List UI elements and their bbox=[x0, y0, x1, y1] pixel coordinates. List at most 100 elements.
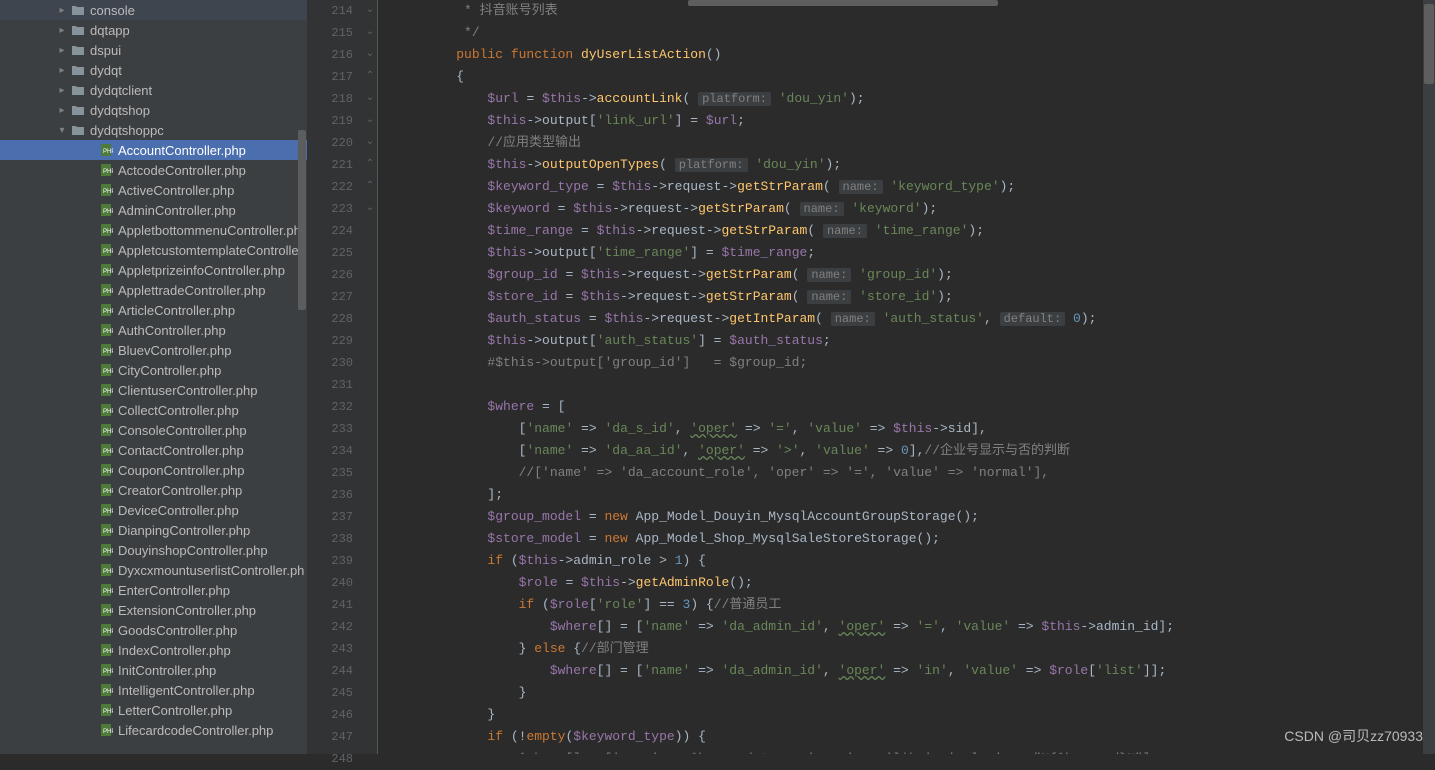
code-line[interactable]: $keyword_type = $this->request->getStrPa… bbox=[386, 176, 1435, 198]
fold-marker[interactable]: ⌃ bbox=[363, 66, 377, 88]
file-item[interactable]: PHPAppletbottommenuController.ph bbox=[0, 220, 307, 240]
file-item[interactable]: PHPBluevController.php bbox=[0, 340, 307, 360]
editor-scrollbar-vertical[interactable] bbox=[1423, 0, 1435, 754]
file-item[interactable]: PHPActiveController.php bbox=[0, 180, 307, 200]
code-line[interactable]: $group_model = new App_Model_Douyin_Mysq… bbox=[386, 506, 1435, 528]
folder-dqtapp[interactable]: ▸dqtapp bbox=[0, 20, 307, 40]
code-line[interactable]: $where[] = ['name' => 'da_admin_id', 'op… bbox=[386, 616, 1435, 638]
fold-marker[interactable]: ⌄ bbox=[363, 88, 377, 110]
code-line[interactable]: $store_model = new App_Model_Shop_MysqlS… bbox=[386, 528, 1435, 550]
php-file-icon: PHP bbox=[98, 722, 114, 738]
code-line[interactable]: ['name' => 'da_s_id', 'oper' => '=', 'va… bbox=[386, 418, 1435, 440]
code-line[interactable]: } bbox=[386, 704, 1435, 726]
file-label: AuthController.php bbox=[118, 323, 226, 338]
line-number: 232 bbox=[308, 396, 353, 418]
file-item[interactable]: PHPDouyinshopController.php bbox=[0, 540, 307, 560]
php-file-icon: PHP bbox=[98, 442, 114, 458]
fold-marker[interactable]: ⌃ bbox=[363, 176, 377, 198]
folder-dydqtshoppc[interactable]: ▾dydqtshoppc bbox=[0, 120, 307, 140]
file-item[interactable]: PHPDianpingController.php bbox=[0, 520, 307, 540]
file-item[interactable]: PHPAuthController.php bbox=[0, 320, 307, 340]
code-editor[interactable]: 2142152162172182192202212222232242252262… bbox=[308, 0, 1435, 754]
fold-marker[interactable]: ⌄ bbox=[363, 22, 377, 44]
code-line[interactable]: $this->output['link_url'] = $url; bbox=[386, 110, 1435, 132]
fold-marker[interactable]: ⌃ bbox=[363, 154, 377, 176]
folder-icon bbox=[70, 2, 86, 18]
fold-marker[interactable]: ⌄ bbox=[363, 132, 377, 154]
folder-console[interactable]: ▸console bbox=[0, 0, 307, 20]
folder-dydqtshop[interactable]: ▸dydqtshop bbox=[0, 100, 307, 120]
file-item[interactable]: PHPApplettradeController.php bbox=[0, 280, 307, 300]
file-item[interactable]: PHPArticleController.php bbox=[0, 300, 307, 320]
file-item[interactable]: PHPExtensionController.php bbox=[0, 600, 307, 620]
file-item[interactable]: PHPAccountController.php bbox=[0, 140, 307, 160]
file-label: ClientuserController.php bbox=[118, 383, 257, 398]
svg-text:PHP: PHP bbox=[103, 149, 113, 155]
code-line[interactable]: if (!empty($keyword_type)) { bbox=[386, 726, 1435, 748]
file-item[interactable]: PHPDyxcxmountuserlistController.ph bbox=[0, 560, 307, 580]
code-line[interactable]: { bbox=[386, 66, 1435, 88]
file-label: AppletprizeinfoController.php bbox=[118, 263, 285, 278]
code-line[interactable]: $where[] = ['name' => 'da_admin_id', 'op… bbox=[386, 660, 1435, 682]
file-item[interactable]: PHPGoodsController.php bbox=[0, 620, 307, 640]
code-line[interactable]: $this->outputOpenTypes( platform: 'dou_y… bbox=[386, 154, 1435, 176]
code-line[interactable]: //['name' => 'da_account_role', 'oper' =… bbox=[386, 462, 1435, 484]
code-line[interactable]: } else {//部门管理 bbox=[386, 638, 1435, 660]
fold-marker[interactable]: ⌄ bbox=[363, 198, 377, 220]
file-item[interactable]: PHPAppletcustomtemplateController. bbox=[0, 240, 307, 260]
file-item[interactable]: PHPCouponController.php bbox=[0, 460, 307, 480]
file-item[interactable]: PHPEnterController.php bbox=[0, 580, 307, 600]
folder-dydqtclient[interactable]: ▸dydqtclient bbox=[0, 80, 307, 100]
code-line[interactable]: $where[] = ['name' => $keyword_type, 'op… bbox=[386, 748, 1435, 754]
code-line[interactable]: $this->output['auth_status'] = $auth_sta… bbox=[386, 330, 1435, 352]
file-item[interactable]: PHP ContactController.php bbox=[0, 440, 307, 460]
file-label: AppletcustomtemplateController. bbox=[118, 243, 306, 258]
file-item[interactable]: PHPCollectController.php bbox=[0, 400, 307, 420]
code-line[interactable]: $role = $this->getAdminRole(); bbox=[386, 572, 1435, 594]
folder-dspui[interactable]: ▸dspui bbox=[0, 40, 307, 60]
file-item[interactable]: PHPCityController.php bbox=[0, 360, 307, 380]
fold-gutter[interactable]: ⌄⌄⌄⌃⌄⌄⌄⌃⌃⌄ bbox=[363, 0, 378, 754]
file-item[interactable]: PHPLetterController.php bbox=[0, 700, 307, 720]
code-line[interactable]: $url = $this->accountLink( platform: 'do… bbox=[386, 88, 1435, 110]
fold-marker[interactable]: ⌄ bbox=[363, 0, 377, 22]
file-item[interactable]: PHPConsoleController.php bbox=[0, 420, 307, 440]
code-line[interactable]: #$this->output['group_id'] = $group_id; bbox=[386, 352, 1435, 374]
file-item[interactable]: PHPInitController.php bbox=[0, 660, 307, 680]
code-line[interactable]: ]; bbox=[386, 484, 1435, 506]
scrollbar-thumb[interactable] bbox=[1424, 4, 1434, 84]
file-item[interactable]: PHPAppletprizeinfoController.php bbox=[0, 260, 307, 280]
code-line[interactable]: $group_id = $this->request->getStrParam(… bbox=[386, 264, 1435, 286]
code-line[interactable]: */ bbox=[386, 22, 1435, 44]
file-label: ContactController.php bbox=[118, 443, 244, 458]
sidebar-scrollbar[interactable] bbox=[298, 130, 306, 310]
fold-marker[interactable]: ⌄ bbox=[363, 110, 377, 132]
file-item[interactable]: PHPDeviceController.php bbox=[0, 500, 307, 520]
file-item[interactable]: PHPLifecardcodeController.php bbox=[0, 720, 307, 740]
code-line[interactable] bbox=[386, 374, 1435, 396]
code-line[interactable]: if ($role['role'] == 3) {//普通员工 bbox=[386, 594, 1435, 616]
code-line[interactable]: $store_id = $this->request->getStrParam(… bbox=[386, 286, 1435, 308]
code-line[interactable]: $time_range = $this->request->getStrPara… bbox=[386, 220, 1435, 242]
code-line[interactable]: $where = [ bbox=[386, 396, 1435, 418]
code-line[interactable]: if ($this->admin_role > 1) { bbox=[386, 550, 1435, 572]
code-area[interactable]: * 抖音账号列表 */ public function dyUserListAc… bbox=[378, 0, 1435, 754]
fold-marker[interactable]: ⌄ bbox=[363, 44, 377, 66]
code-line[interactable]: $keyword = $this->request->getStrParam( … bbox=[386, 198, 1435, 220]
code-line[interactable]: } bbox=[386, 682, 1435, 704]
file-item[interactable]: PHPActcodeController.php bbox=[0, 160, 307, 180]
code-line[interactable]: public function dyUserListAction() bbox=[386, 44, 1435, 66]
file-item[interactable]: PHPIntelligentController.php bbox=[0, 680, 307, 700]
folder-dydqt[interactable]: ▸dydqt bbox=[0, 60, 307, 80]
file-item[interactable]: PHPAdminController.php bbox=[0, 200, 307, 220]
project-tree-sidebar[interactable]: ▸console▸dqtapp▸dspui▸dydqt▸dydqtclient▸… bbox=[0, 0, 308, 754]
svg-text:PHP: PHP bbox=[103, 389, 113, 395]
file-item[interactable]: PHPCreatorController.php bbox=[0, 480, 307, 500]
code-line[interactable]: ['name' => 'da_aa_id', 'oper' => '>', 'v… bbox=[386, 440, 1435, 462]
code-line[interactable]: //应用类型输出 bbox=[386, 132, 1435, 154]
file-item[interactable]: PHPIndexController.php bbox=[0, 640, 307, 660]
code-line[interactable]: $this->output['time_range'] = $time_rang… bbox=[386, 242, 1435, 264]
editor-scrollbar-horizontal-thumb[interactable] bbox=[688, 0, 998, 6]
file-item[interactable]: PHP ClientuserController.php bbox=[0, 380, 307, 400]
code-line[interactable]: $auth_status = $this->request->getIntPar… bbox=[386, 308, 1435, 330]
